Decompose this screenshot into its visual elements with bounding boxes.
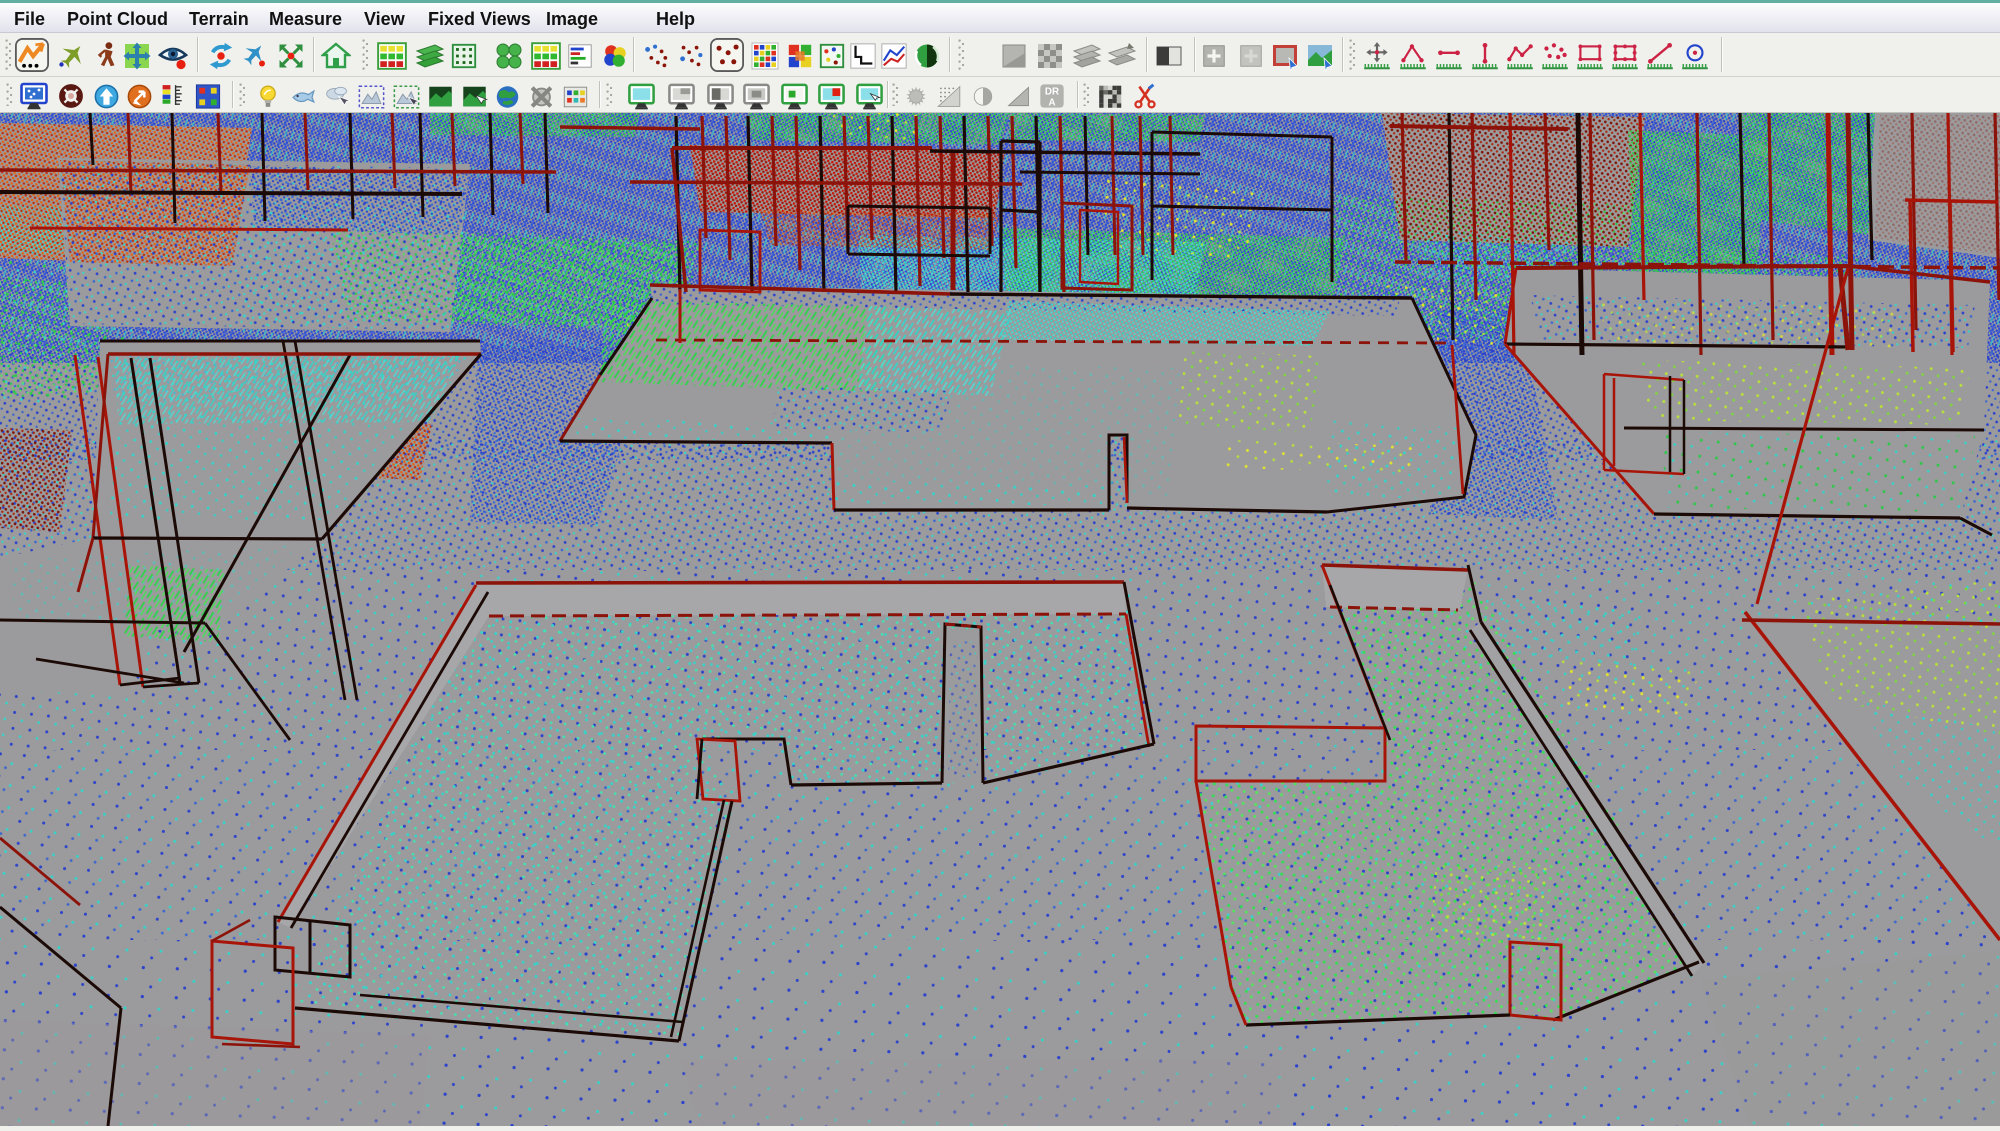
svg-text:DR: DR: [1045, 87, 1059, 98]
svg-text:A: A: [1048, 97, 1055, 108]
